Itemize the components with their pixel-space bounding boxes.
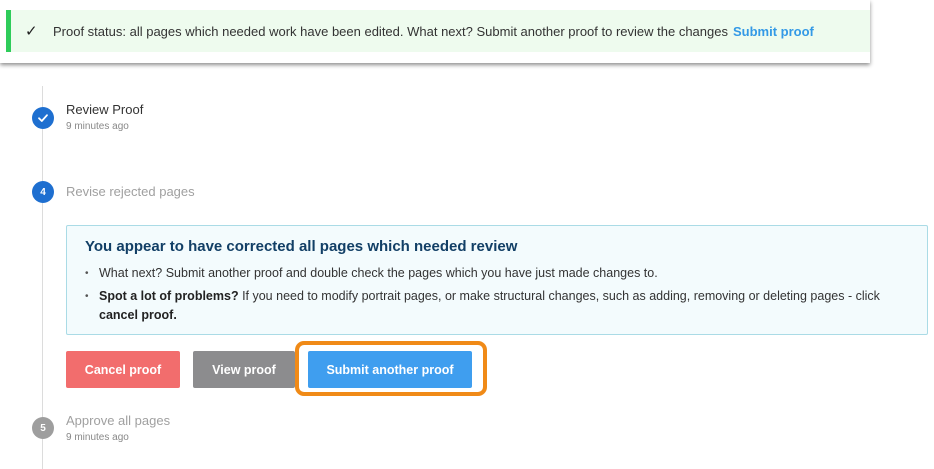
check-icon: ✓ — [25, 22, 38, 40]
step-done-marker — [32, 107, 54, 129]
check-icon — [38, 114, 48, 122]
proof-status-banner: ✓ Proof status: all pages which needed w… — [0, 0, 870, 63]
info-bullet-text: If you need to modify portrait pages, or… — [238, 289, 880, 303]
info-heading: You appear to have corrected all pages w… — [85, 238, 518, 255]
submit-proof-link[interactable]: Submit proof — [733, 24, 814, 39]
step-title-approve-pages: Approve all pages — [66, 413, 171, 428]
step-time-approve-pages: 9 minutes ago — [66, 432, 129, 443]
cancel-proof-button[interactable]: Cancel proof — [66, 351, 180, 388]
step-time-review-proof: 9 minutes ago — [66, 121, 129, 132]
info-list: What next? Submit another proof and doub… — [85, 264, 909, 325]
info-bullet-next: What next? Submit another proof and doub… — [85, 264, 909, 283]
step-title-revise-pages: Revise rejected pages — [66, 184, 195, 199]
info-bullet-problems: Spot a lot of problems? If you need to m… — [85, 287, 909, 325]
view-proof-button[interactable]: View proof — [193, 351, 295, 388]
corrections-info-box: You appear to have corrected all pages w… — [66, 225, 928, 335]
cancel-proof-link[interactable]: cancel proof. — [99, 308, 177, 322]
proof-status-box: ✓ Proof status: all pages which needed w… — [6, 10, 870, 52]
step-title-review-proof: Review Proof — [66, 102, 144, 117]
step-number-badge: 5 — [32, 417, 54, 439]
submit-another-proof-button[interactable]: Submit another proof — [308, 351, 472, 388]
proof-status-text: Proof status: all pages which needed wor… — [53, 23, 728, 39]
step-number-badge: 4 — [32, 181, 54, 203]
timeline-line — [42, 86, 43, 469]
info-bullet-text: What next? Submit another proof and doub… — [99, 266, 658, 280]
info-bullet-bold: Spot a lot of problems? — [99, 289, 239, 303]
